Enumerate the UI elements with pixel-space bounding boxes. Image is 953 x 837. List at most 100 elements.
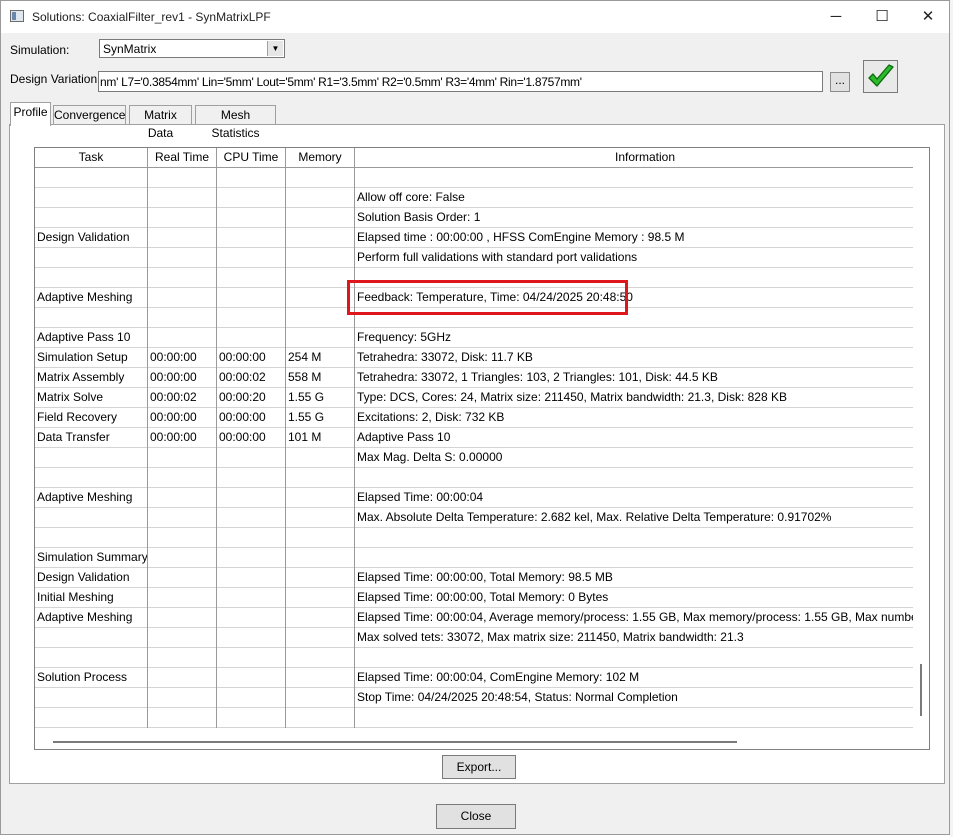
table-row[interactable]: Solution Process Elapsed Time: 00:00:04, … [35, 668, 913, 688]
cell-cpu-time [217, 168, 286, 188]
close-window-button[interactable]: ✕ [905, 1, 951, 33]
cell-information [355, 648, 913, 668]
cell-memory [286, 268, 355, 288]
cell-real-time [148, 248, 217, 268]
cell-memory [286, 668, 355, 688]
cell-real-time: 00:00:00 [148, 408, 217, 428]
cell-task: Design Validation [35, 228, 148, 248]
cell-real-time [148, 328, 217, 348]
cell-information: Max. Absolute Delta Temperature: 2.682 k… [357, 510, 832, 524]
cell-information [355, 708, 913, 728]
cell-task [35, 308, 148, 328]
cell-cpu-time [217, 448, 286, 468]
table-row[interactable]: Stop Time: 04/24/2025 20:48:54, Status: … [35, 688, 913, 708]
table-row[interactable] [35, 648, 913, 668]
simulation-select[interactable]: SynMatrix ▼ [99, 39, 285, 58]
table-row[interactable]: Design Validation Elapsed Time: 00:00:00,… [35, 568, 913, 588]
cell-memory [286, 168, 355, 188]
profile-table[interactable]: Task Real Time CPU Time Memory Information A… [34, 147, 930, 750]
header-cpu-time[interactable]: CPU Time [217, 148, 286, 167]
table-row[interactable] [35, 168, 913, 188]
cell-real-time [148, 228, 217, 248]
cell-memory [286, 628, 355, 648]
cell-cpu-time [217, 308, 286, 328]
close-button[interactable]: Close [436, 804, 516, 829]
cell-task [35, 688, 148, 708]
tab-mesh-statistics[interactable]: Mesh Statistics [195, 105, 276, 140]
cell-cpu-time: 00:00:02 [217, 368, 286, 388]
cell-real-time [148, 708, 217, 728]
vertical-scroll-thumb[interactable] [920, 664, 922, 716]
browse-variation-button[interactable]: ... [830, 72, 850, 92]
table-row[interactable]: Solution Basis Order: 1 [35, 208, 913, 228]
cell-task: Matrix Assembly [35, 368, 148, 388]
cell-cpu-time [217, 608, 286, 628]
cell-cpu-time [217, 488, 286, 508]
cell-task: Design Validation [35, 568, 148, 588]
cell-task [35, 188, 148, 208]
cell-cpu-time: 00:00:20 [217, 388, 286, 408]
cell-real-time [148, 488, 217, 508]
cell-information [355, 528, 913, 548]
vertical-scrollbar[interactable] [914, 148, 929, 734]
table-row[interactable]: Max solved tets: 33072, Max matrix size:… [35, 628, 913, 648]
cell-task: Adaptive Meshing [35, 488, 148, 508]
cell-information: Max Mag. Delta S: 0.00000 [357, 450, 503, 464]
export-button[interactable]: Export... [442, 755, 516, 779]
table-row[interactable]: Design Validation Elapsed time : 00:00:00… [35, 228, 913, 248]
tab-matrix-data[interactable]: Matrix Data [129, 105, 192, 140]
table-row[interactable]: Data Transfer 00:00:00 00:00:00 101 M Adapti… [35, 428, 913, 448]
cell-information [355, 168, 913, 188]
cell-cpu-time [217, 508, 286, 528]
design-variation-field[interactable]: nm' L7='0.3854mm' Lin='5mm' Lout='5mm' R… [98, 71, 823, 92]
cell-memory [286, 508, 355, 528]
cell-real-time [148, 468, 217, 488]
table-row[interactable]: Matrix Solve 00:00:02 00:00:20 1.55 G Type: … [35, 388, 913, 408]
tab-convergence[interactable]: Convergence [53, 105, 126, 124]
solution-status-button[interactable] [863, 60, 898, 93]
cell-information: Max solved tets: 33072, Max matrix size:… [357, 630, 744, 644]
cell-information: Tetrahedra: 33072, Disk: 11.7 KB [357, 350, 533, 364]
horizontal-scrollbar[interactable] [35, 734, 929, 749]
header-real-time[interactable]: Real Time [148, 148, 217, 167]
table-row[interactable] [35, 708, 913, 728]
header-information[interactable]: Information [355, 148, 913, 167]
cell-cpu-time [217, 288, 286, 308]
table-row[interactable]: Field Recovery 00:00:00 00:00:00 1.55 G Exci… [35, 408, 913, 428]
table-row[interactable]: Simulation Setup 00:00:00 00:00:00 254 M Tet… [35, 348, 913, 368]
window-title: Solutions: CoaxialFilter_rev1 - SynMatri… [32, 10, 271, 24]
table-row[interactable]: Max. Absolute Delta Temperature: 2.682 k… [35, 508, 913, 528]
cell-information: Elapsed time : 00:00:00 , HFSS ComEngine… [357, 230, 685, 244]
title-bar[interactable]: Solutions: CoaxialFilter_rev1 - SynMatri… [1, 1, 949, 33]
cell-information: Perform full validations with standard p… [357, 250, 638, 264]
table-row[interactable]: Simulation Summary [35, 548, 913, 568]
header-task[interactable]: Task [35, 148, 148, 167]
horizontal-scroll-thumb[interactable] [53, 741, 737, 743]
cell-real-time: 00:00:00 [148, 428, 217, 448]
header-memory[interactable]: Memory [286, 148, 355, 167]
cell-memory [286, 208, 355, 228]
chevron-down-icon[interactable]: ▼ [267, 41, 283, 56]
cell-real-time [148, 628, 217, 648]
table-row[interactable]: Adaptive Pass 10 Frequency: 5GHz [35, 328, 913, 348]
table-row[interactable]: Allow off core: False [35, 188, 913, 208]
table-row[interactable]: Initial Meshing Elapsed Time: 00:00:00, T… [35, 588, 913, 608]
cell-real-time [148, 448, 217, 468]
tab-profile[interactable]: Profile [10, 102, 51, 126]
table-row[interactable]: Perform full validations with standard p… [35, 248, 913, 268]
table-row[interactable]: Matrix Assembly 00:00:00 00:00:02 558 M Tetr… [35, 368, 913, 388]
cell-task [35, 708, 148, 728]
maximize-button[interactable]: ☐ [859, 1, 905, 33]
table-row[interactable]: Adaptive Meshing Elapsed Time: 00:00:04 [35, 488, 913, 508]
cell-memory [286, 448, 355, 468]
table-row[interactable]: Max Mag. Delta S: 0.00000 [35, 448, 913, 468]
cell-task: Initial Meshing [35, 588, 148, 608]
cell-information: Adaptive Pass 10 [357, 430, 451, 444]
minimize-button[interactable]: ─ [813, 1, 859, 33]
cell-real-time [148, 668, 217, 688]
table-row[interactable]: Adaptive Meshing Elapsed Time: 00:00:04, … [35, 608, 913, 628]
table-row[interactable] [35, 528, 913, 548]
cell-memory [286, 288, 355, 308]
profile-table-viewport: Task Real Time CPU Time Memory Information A… [35, 148, 913, 734]
table-row[interactable] [35, 468, 913, 488]
